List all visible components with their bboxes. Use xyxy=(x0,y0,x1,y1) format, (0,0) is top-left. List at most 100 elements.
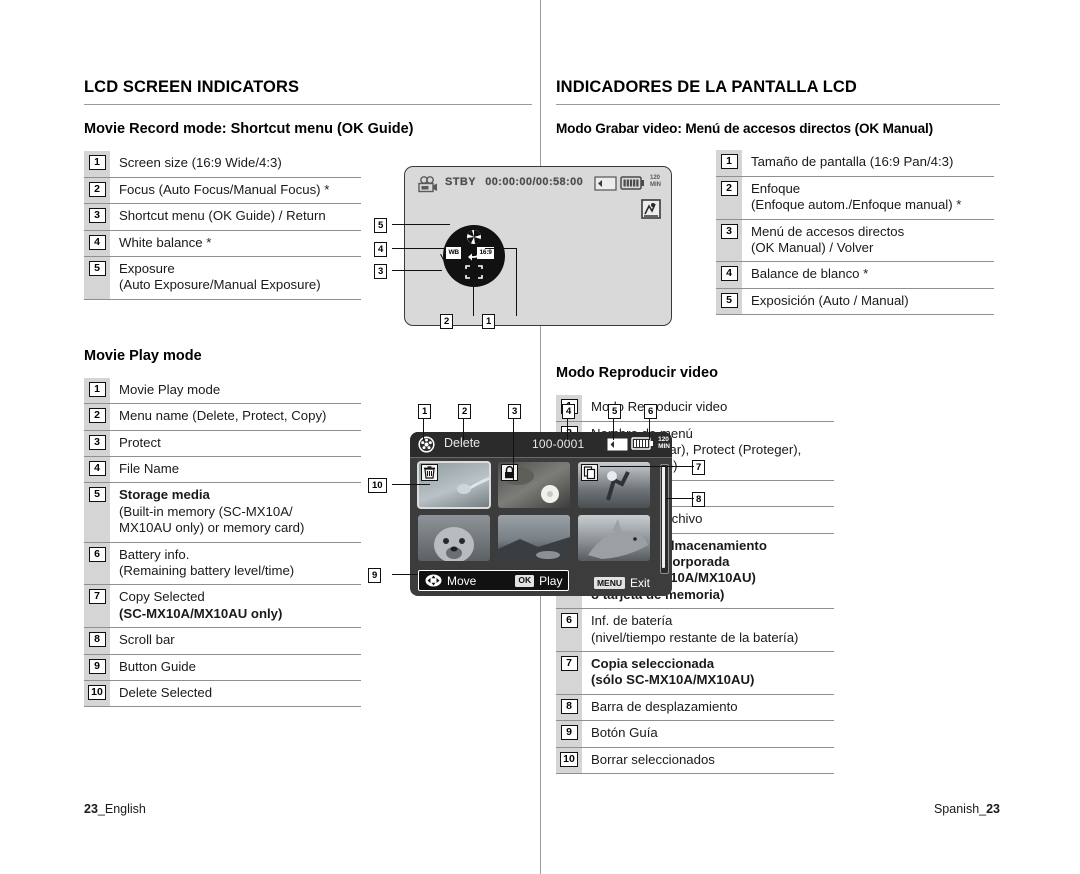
guide-play-label: Play xyxy=(539,573,563,588)
lcd-play-screen: Delete 100-0001 120 MIN Move OK Play MEN… xyxy=(410,432,672,596)
button-guide: Move OK Play xyxy=(418,570,570,591)
indicator-number-cell: 1 xyxy=(84,151,110,177)
indicator-number-cell: 4 xyxy=(716,262,742,288)
record-indicator-table-spanish: 1 Tamaño de pantalla (16:9 Pan/4:3) 2 Enfoq… xyxy=(716,150,994,316)
footer-language-spanish: Spanish_ xyxy=(933,802,987,816)
indicator-number-badge: 2 xyxy=(720,180,738,196)
indicator-number-cell: 3 xyxy=(716,219,742,262)
camcorder-icon xyxy=(418,176,437,193)
indicator-number-badge: 2 xyxy=(88,408,106,424)
callout-5-record: 5 xyxy=(374,218,388,233)
thumbnail-row xyxy=(418,515,664,561)
manual-page: LCD SCREEN INDICATORS Movie Record mode:… xyxy=(0,0,1080,874)
indicator-label-cell: Exposición (Auto / Manual) xyxy=(742,289,994,314)
indicator-label-line: Botón Guía xyxy=(591,725,658,741)
indicator-label-line: Barra de desplazamiento xyxy=(591,698,738,714)
thumb-lotus-protected[interactable] xyxy=(498,462,570,508)
indicator-number-cell: 2 xyxy=(84,404,110,430)
callout-4-play: 4 xyxy=(562,404,576,419)
battery-time-label-play: 120 MIN xyxy=(658,436,670,450)
leader-line-1v xyxy=(516,248,518,316)
indicator-label-cell: Scroll bar xyxy=(110,628,361,653)
anti-shake-icon xyxy=(641,199,661,219)
guide-move-label: Move xyxy=(447,573,477,588)
indicator-label-cell: File Name xyxy=(110,457,361,482)
indicator-label-line: Menú de accesos directos xyxy=(751,223,905,239)
battery-icon-play xyxy=(631,437,653,450)
indicator-row: 5 Storage media (Built-in memory (SC-MX10A… xyxy=(84,483,361,543)
title-rule-spanish xyxy=(556,104,1000,106)
indicator-label-cell: Barra de desplazamiento xyxy=(582,695,834,720)
indicator-row: 7 Copia seleccionada (sólo SC-MX10A/MX10AU… xyxy=(556,652,834,695)
indicator-number-badge: 7 xyxy=(560,656,578,672)
indicator-label-cell: Button Guide xyxy=(110,655,361,680)
subtitle-play-mode-english: Movie Play mode xyxy=(84,347,202,364)
indicator-label-line: MX10AU only) or memory card) xyxy=(119,520,305,536)
leader-line-4 xyxy=(392,248,444,250)
thumb-landscape[interactable] xyxy=(498,515,570,561)
thumb-dolphin[interactable] xyxy=(578,515,650,561)
indicator-number-badge: 5 xyxy=(88,487,106,503)
leader-line-1h xyxy=(485,248,517,250)
memory-card-icon xyxy=(594,176,617,191)
lcd-record-status-text: STBY 00:00:00/00:58:00 xyxy=(445,176,583,188)
thumb-skater-copy[interactable] xyxy=(578,462,650,508)
indicator-number-cell: 7 xyxy=(84,585,110,628)
indicator-row: 4 Balance de blanco * xyxy=(716,262,994,289)
indicator-row: 4 White balance * xyxy=(84,230,361,257)
leader-7 xyxy=(600,466,694,468)
callout-2-play: 2 xyxy=(458,404,472,419)
indicator-label-cell: Copy Selected (SC-MX10A/MX10AU only) xyxy=(110,585,361,627)
indicator-number-cell: 3 xyxy=(84,204,110,230)
subtitle-play-mode-spanish: Modo Reproducir video xyxy=(556,365,718,382)
ok-key-badge: OK xyxy=(515,574,535,587)
callout-10-play: 10 xyxy=(368,478,387,493)
indicator-label-line: (Built-in memory (SC-MX10A/ xyxy=(119,503,293,519)
indicator-label-cell: Shortcut menu (OK Guide) / Return xyxy=(110,204,361,229)
leader-line-2 xyxy=(473,278,475,316)
indicator-label-line: Focus (Auto Focus/Manual Focus) * xyxy=(119,181,330,197)
stby-label: STBY xyxy=(445,176,476,188)
battery-unit: MIN xyxy=(650,182,661,188)
indicator-label-line: Copia seleccionada xyxy=(591,656,715,672)
indicator-number-badge: 5 xyxy=(720,292,738,308)
indicator-label-line: Menu name (Delete, Protect, Copy) xyxy=(119,408,327,424)
indicator-number-badge: 10 xyxy=(88,685,106,701)
indicator-label-line: Tamaño de pantalla (16:9 Pan/4:3) xyxy=(751,154,954,170)
indicator-label-line: Battery info. xyxy=(119,546,190,562)
indicator-number-badge: 8 xyxy=(560,698,578,714)
indicator-number-cell: 2 xyxy=(716,176,742,219)
footer-page-number-spanish: 23 xyxy=(986,802,1000,816)
indicator-number-cell: 5 xyxy=(716,288,742,315)
scroll-bar[interactable] xyxy=(660,464,669,574)
indicator-label-cell: Storage media (Built-in memory (SC-MX10A/… xyxy=(110,483,361,541)
thumbnail-grid xyxy=(417,461,664,568)
callout-6-play: 6 xyxy=(644,404,658,419)
indicator-label-cell: Menú de accesos directos (OK Manual) / Vo… xyxy=(742,220,994,262)
indicator-number-cell: 4 xyxy=(84,230,110,256)
indicator-number-cell: 9 xyxy=(84,654,110,681)
indicator-row: 8 Scroll bar xyxy=(84,628,361,655)
indicator-number-badge: 4 xyxy=(88,234,106,250)
leader-line-3a xyxy=(392,270,442,272)
indicator-number-cell: 6 xyxy=(84,542,110,585)
indicator-number-cell: 7 xyxy=(556,652,582,694)
indicator-number-cell: 8 xyxy=(556,694,582,721)
footer-spanish: Spanish_23 xyxy=(934,802,1000,816)
indicator-row: 6 Inf. de batería (nivel/tiempo restante d… xyxy=(556,609,834,653)
thumb-dog[interactable] xyxy=(418,515,490,561)
indicator-row: 6 Battery info. (Remaining battery level/t… xyxy=(84,542,361,586)
indicator-number-cell: 10 xyxy=(84,681,110,707)
timecode-label: 00:00:00/00:58:00 xyxy=(485,176,584,188)
indicator-row: 1 Movie Play mode xyxy=(84,377,361,405)
indicator-number-badge: 2 xyxy=(88,181,106,197)
scroll-bar-thumb[interactable] xyxy=(662,466,665,568)
indicator-number-cell: 5 xyxy=(84,483,110,542)
callout-3-record: 3 xyxy=(374,264,388,279)
indicator-label-cell: Protect xyxy=(110,431,361,456)
white-balance-icon: WB xyxy=(446,247,462,259)
leader-3 xyxy=(513,418,515,480)
indicator-label-line: (Enfoque autom./Enfoque manual) * xyxy=(751,197,962,213)
page-title-spanish: INDICADORES DE LA PANTALLA LCD xyxy=(556,78,857,96)
menu-key-badge: MENU xyxy=(593,577,625,589)
